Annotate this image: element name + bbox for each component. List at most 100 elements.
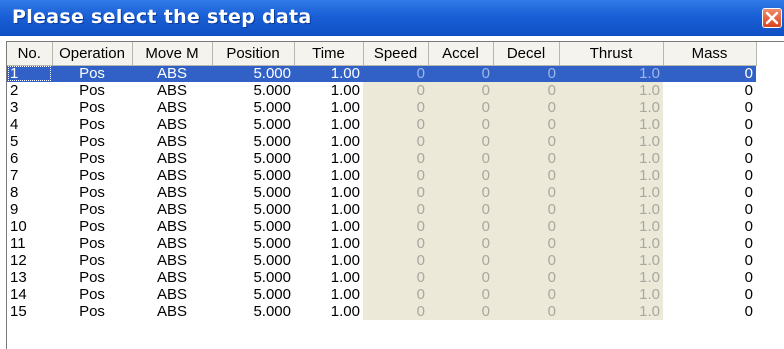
cell-accel[interactable]: 0 xyxy=(428,167,493,184)
cell-mass[interactable]: 0 xyxy=(663,218,756,235)
cell-mass[interactable]: 0 xyxy=(663,65,756,82)
cell-mass[interactable]: 0 xyxy=(663,252,756,269)
cell-mass[interactable]: 0 xyxy=(663,167,756,184)
cell-position[interactable]: 5.000 xyxy=(212,116,294,133)
table-row[interactable]: 5 Pos ABS 5.000 1.00 0 0 0 1.0 0 xyxy=(7,133,756,150)
cell-no[interactable]: 14 xyxy=(7,286,52,303)
cell-no[interactable]: 12 xyxy=(7,252,52,269)
cell-decel[interactable]: 0 xyxy=(493,201,559,218)
cell-move-m[interactable]: ABS xyxy=(132,133,212,150)
cell-move-m[interactable]: ABS xyxy=(132,269,212,286)
cell-decel[interactable]: 0 xyxy=(493,116,559,133)
cell-move-m[interactable]: ABS xyxy=(132,252,212,269)
table-row[interactable]: 12 Pos ABS 5.000 1.00 0 0 0 1.0 0 xyxy=(7,252,756,269)
cell-speed[interactable]: 0 xyxy=(363,116,428,133)
col-header-mass[interactable]: Mass xyxy=(663,42,757,66)
cell-thrust[interactable]: 1.0 xyxy=(559,201,663,218)
cell-position[interactable]: 5.000 xyxy=(212,201,294,218)
cell-speed[interactable]: 0 xyxy=(363,150,428,167)
cell-speed[interactable]: 0 xyxy=(363,99,428,116)
table-row[interactable]: 15 Pos ABS 5.000 1.00 0 0 0 1.0 0 xyxy=(7,303,756,320)
cell-accel[interactable]: 0 xyxy=(428,201,493,218)
table-row[interactable]: 2 Pos ABS 5.000 1.00 0 0 0 1.0 0 xyxy=(7,82,756,99)
cell-decel[interactable]: 0 xyxy=(493,218,559,235)
cell-thrust[interactable]: 1.0 xyxy=(559,65,663,82)
cell-thrust[interactable]: 1.0 xyxy=(559,252,663,269)
col-header-decel[interactable]: Decel xyxy=(493,42,560,66)
cell-move-m[interactable]: ABS xyxy=(132,167,212,184)
cell-time[interactable]: 1.00 xyxy=(294,201,363,218)
cell-time[interactable]: 1.00 xyxy=(294,65,363,82)
cell-position[interactable]: 5.000 xyxy=(212,167,294,184)
cell-no[interactable]: 13 xyxy=(7,269,52,286)
cell-no[interactable]: 2 xyxy=(7,82,52,99)
cell-operation[interactable]: Pos xyxy=(52,218,132,235)
cell-mass[interactable]: 0 xyxy=(663,269,756,286)
cell-position[interactable]: 5.000 xyxy=(212,150,294,167)
cell-no[interactable]: 8 xyxy=(7,184,52,201)
table-row[interactable]: 1 Pos ABS 5.000 1.00 0 0 0 1.0 0 xyxy=(7,65,756,82)
cell-mass[interactable]: 0 xyxy=(663,303,756,320)
table-row[interactable]: 14 Pos ABS 5.000 1.00 0 0 0 1.0 0 xyxy=(7,286,756,303)
cell-speed[interactable]: 0 xyxy=(363,218,428,235)
cell-decel[interactable]: 0 xyxy=(493,184,559,201)
cell-accel[interactable]: 0 xyxy=(428,303,493,320)
col-header-move-m[interactable]: Move M xyxy=(132,42,213,66)
cell-position[interactable]: 5.000 xyxy=(212,184,294,201)
cell-accel[interactable]: 0 xyxy=(428,150,493,167)
cell-move-m[interactable]: ABS xyxy=(132,116,212,133)
cell-operation[interactable]: Pos xyxy=(52,286,132,303)
cell-operation[interactable]: Pos xyxy=(52,116,132,133)
cell-speed[interactable]: 0 xyxy=(363,235,428,252)
cell-position[interactable]: 5.000 xyxy=(212,218,294,235)
table-row[interactable]: 6 Pos ABS 5.000 1.00 0 0 0 1.0 0 xyxy=(7,150,756,167)
title-bar[interactable]: Please select the step data xyxy=(0,0,784,36)
cell-speed[interactable]: 0 xyxy=(363,252,428,269)
cell-decel[interactable]: 0 xyxy=(493,303,559,320)
cell-mass[interactable]: 0 xyxy=(663,99,756,116)
cell-accel[interactable]: 0 xyxy=(428,218,493,235)
cell-move-m[interactable]: ABS xyxy=(132,82,212,99)
cell-operation[interactable]: Pos xyxy=(52,99,132,116)
cell-time[interactable]: 1.00 xyxy=(294,150,363,167)
table-row[interactable]: 11 Pos ABS 5.000 1.00 0 0 0 1.0 0 xyxy=(7,235,756,252)
cell-position[interactable]: 5.000 xyxy=(212,269,294,286)
col-header-accel[interactable]: Accel xyxy=(428,42,494,66)
close-button[interactable] xyxy=(762,8,782,28)
cell-decel[interactable]: 0 xyxy=(493,82,559,99)
col-header-time[interactable]: Time xyxy=(294,42,364,66)
cell-speed[interactable]: 0 xyxy=(363,133,428,150)
cell-mass[interactable]: 0 xyxy=(663,235,756,252)
cell-decel[interactable]: 0 xyxy=(493,65,559,82)
cell-mass[interactable]: 0 xyxy=(663,116,756,133)
cell-thrust[interactable]: 1.0 xyxy=(559,133,663,150)
cell-time[interactable]: 1.00 xyxy=(294,116,363,133)
col-header-no[interactable]: No. xyxy=(7,42,53,66)
cell-speed[interactable]: 0 xyxy=(363,286,428,303)
cell-accel[interactable]: 0 xyxy=(428,235,493,252)
cell-position[interactable]: 5.000 xyxy=(212,252,294,269)
cell-thrust[interactable]: 1.0 xyxy=(559,150,663,167)
table-row[interactable]: 4 Pos ABS 5.000 1.00 0 0 0 1.0 0 xyxy=(7,116,756,133)
cell-operation[interactable]: Pos xyxy=(52,303,132,320)
table-row[interactable]: 9 Pos ABS 5.000 1.00 0 0 0 1.0 0 xyxy=(7,201,756,218)
cell-thrust[interactable]: 1.0 xyxy=(559,235,663,252)
cell-speed[interactable]: 0 xyxy=(363,65,428,82)
cell-move-m[interactable]: ABS xyxy=(132,184,212,201)
cell-thrust[interactable]: 1.0 xyxy=(559,82,663,99)
cell-operation[interactable]: Pos xyxy=(52,150,132,167)
cell-mass[interactable]: 0 xyxy=(663,201,756,218)
cell-speed[interactable]: 0 xyxy=(363,201,428,218)
cell-position[interactable]: 5.000 xyxy=(212,82,294,99)
cell-thrust[interactable]: 1.0 xyxy=(559,99,663,116)
cell-operation[interactable]: Pos xyxy=(52,252,132,269)
cell-time[interactable]: 1.00 xyxy=(294,235,363,252)
cell-no[interactable]: 10 xyxy=(7,218,52,235)
cell-no[interactable]: 11 xyxy=(7,235,52,252)
cell-decel[interactable]: 0 xyxy=(493,150,559,167)
cell-time[interactable]: 1.00 xyxy=(294,82,363,99)
cell-thrust[interactable]: 1.0 xyxy=(559,167,663,184)
cell-mass[interactable]: 0 xyxy=(663,133,756,150)
table-row[interactable]: 7 Pos ABS 5.000 1.00 0 0 0 1.0 0 xyxy=(7,167,756,184)
cell-time[interactable]: 1.00 xyxy=(294,184,363,201)
